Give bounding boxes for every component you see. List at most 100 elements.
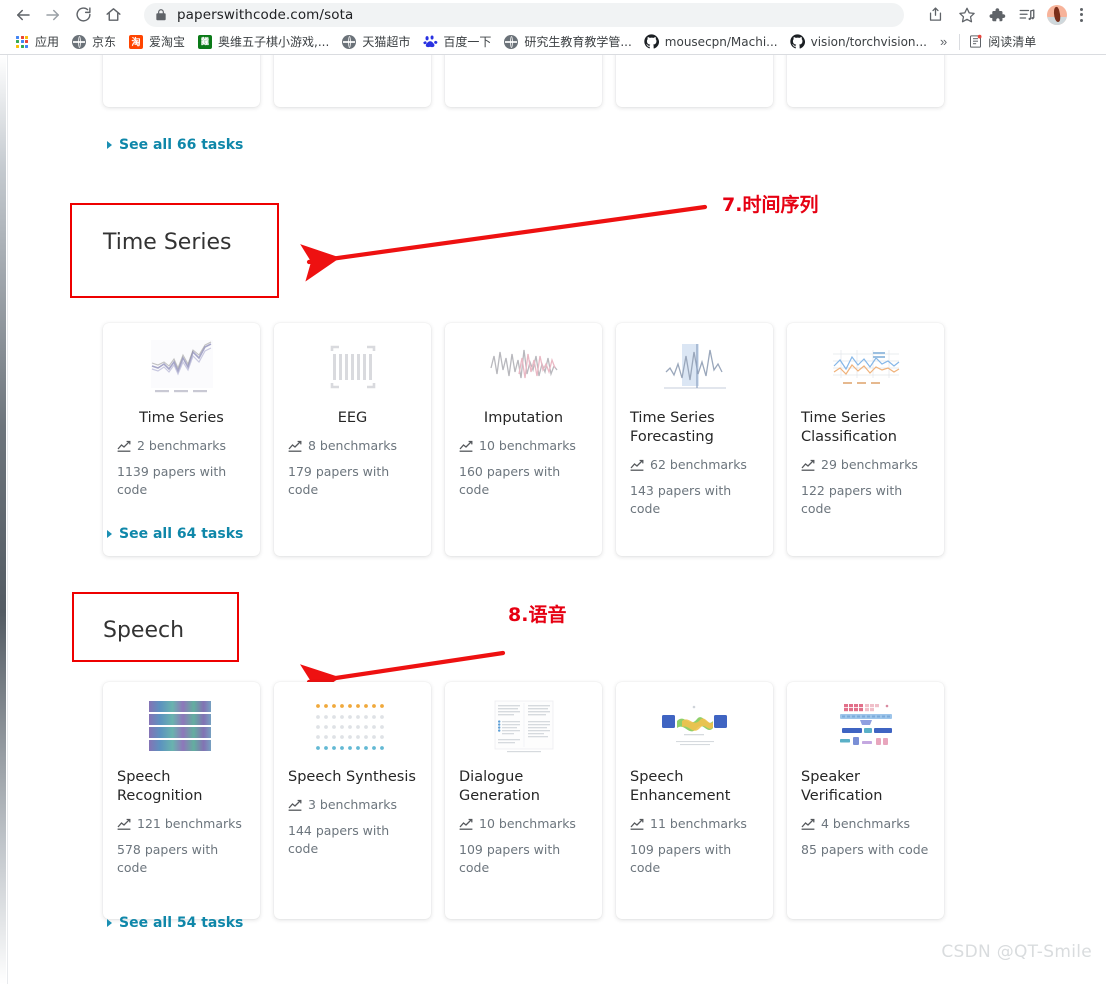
bookmark-tmall[interactable]: 天猫超市 xyxy=(335,31,416,53)
task-card[interactable]: 156 papers with code xyxy=(787,55,944,107)
benchmark-chart-icon xyxy=(459,818,473,830)
github-icon xyxy=(790,34,806,50)
browser-chrome: paperswithcode.com/sota 应用 京东 淘 爱淘宝 龖 奥维… xyxy=(0,0,1106,55)
bookmark-taobao[interactable]: 淘 爱淘宝 xyxy=(122,31,191,53)
card-benchmarks: 8 benchmarks xyxy=(288,438,417,453)
card-benchmarks: 29 benchmarks xyxy=(801,457,930,472)
card-papers-count: 143 papers with code xyxy=(630,483,732,516)
card-papers-count: 122 papers with code xyxy=(801,483,903,516)
card-title: Time Series xyxy=(139,410,224,426)
bookmark-label: 研究生教育教学管... xyxy=(524,35,632,49)
lock-icon xyxy=(154,8,168,22)
card-benchmarks: 4 benchmarks xyxy=(801,816,930,831)
forward-button[interactable] xyxy=(38,0,68,29)
github-icon xyxy=(644,34,660,50)
benchmark-chart-icon xyxy=(630,459,644,471)
see-all-66-tasks-link[interactable]: See all 66 tasks xyxy=(107,137,243,153)
dot-matrix-thumb xyxy=(288,696,417,758)
annotation-label-speech: 8.语音 xyxy=(508,604,567,626)
bookmark-github-torchvision[interactable]: vision/torchvision... xyxy=(784,31,933,53)
browser-menu-icon[interactable] xyxy=(1072,0,1090,29)
media-list-icon[interactable] xyxy=(1012,0,1042,29)
browser-toolbar: paperswithcode.com/sota xyxy=(0,0,1106,29)
forecast-chart-thumb xyxy=(630,337,759,399)
share-icon[interactable] xyxy=(920,0,950,29)
task-card[interactable]: code xyxy=(445,55,602,107)
card-papers-count: 1139 papers with code xyxy=(117,464,227,497)
chevron-right-icon xyxy=(107,141,112,149)
bookmark-jd[interactable]: 京东 xyxy=(65,31,122,53)
task-card-speech-enhancement[interactable]: Speech Enhancement 11 benchmarks 109 pap… xyxy=(616,682,773,919)
line-chart-thumb xyxy=(117,337,246,399)
bookmark-label: mousecpn/Machi... xyxy=(664,34,778,49)
card-papers-count: 85 papers with code xyxy=(801,842,929,857)
card-title: Dialogue Generation xyxy=(459,769,540,804)
task-card[interactable]: code xyxy=(103,55,260,107)
card-papers-count: 109 papers with code xyxy=(630,842,732,875)
task-card-time-series-classification[interactable]: Time Series Classification 29 benchmarks… xyxy=(787,323,944,556)
bookmarks-bar: 应用 京东 淘 爱淘宝 龖 奥维五子棋小游戏,... 天猫超市 百度一下 研究生… xyxy=(0,29,1106,55)
speech-card-row: Speech Recognition 121 benchmarks 578 pa… xyxy=(103,682,1003,919)
bookmark-grad-edu[interactable]: 研究生教育教学管... xyxy=(497,31,637,53)
globe-icon xyxy=(341,34,357,50)
task-card-eeg[interactable]: EEG 8 benchmarks 179 papers with code xyxy=(274,323,431,556)
bookmark-github-mousecpn[interactable]: mousecpn/Machi... xyxy=(638,31,784,53)
card-benchmarks: 2 benchmarks xyxy=(117,438,246,453)
classification-thumb xyxy=(801,337,930,399)
chevron-right-icon xyxy=(107,530,112,538)
back-button[interactable] xyxy=(8,0,38,29)
card-title: Speech Synthesis xyxy=(288,769,416,785)
task-card-time-series[interactable]: Time Series 2 benchmarks 1139 papers wit… xyxy=(103,323,260,556)
card-title: Time Series Forecasting xyxy=(630,410,715,445)
eeg-barcode-thumb xyxy=(288,337,417,399)
bookmark-label: 百度一下 xyxy=(443,35,492,49)
see-all-64-tasks-link[interactable]: See all 64 tasks xyxy=(107,526,243,542)
task-card-speech-synthesis[interactable]: Speech Synthesis 3 benchmarks 144 papers… xyxy=(274,682,431,919)
card-title: Speech Enhancement xyxy=(630,769,731,804)
bookmarks-overflow-button[interactable]: » xyxy=(933,34,954,49)
apps-grid-icon xyxy=(14,34,30,50)
bookmark-star-icon[interactable] xyxy=(952,0,982,29)
card-papers-count: 156 papers with code xyxy=(801,55,930,57)
card-papers-count: 578 papers with code xyxy=(117,842,219,875)
extensions-puzzle-icon[interactable] xyxy=(982,0,1012,29)
bookmark-label: 奥维五子棋小游戏,... xyxy=(218,35,330,49)
benchmark-chart-icon xyxy=(801,459,815,471)
task-card-dialogue-generation[interactable]: Dialogue Generation 10 benchmarks 109 pa… xyxy=(445,682,602,919)
bookmark-apps[interactable]: 应用 xyxy=(8,31,65,53)
home-button[interactable] xyxy=(98,0,128,29)
profile-avatar[interactable] xyxy=(1047,4,1067,25)
see-all-54-tasks-link[interactable]: See all 54 tasks xyxy=(107,915,243,931)
card-title: Speech Recognition xyxy=(117,769,203,804)
card-benchmarks: 10 benchmarks xyxy=(459,816,588,831)
benchmark-chart-icon xyxy=(117,440,131,452)
reading-list-label: 阅读清单 xyxy=(988,35,1037,49)
csdn-watermark: CSDN @QT-Smile xyxy=(941,942,1092,962)
benchmark-chart-icon xyxy=(459,440,473,452)
reload-button[interactable] xyxy=(68,0,98,29)
card-benchmarks: 3 benchmarks xyxy=(288,797,417,812)
task-card[interactable]: 209 papers with code xyxy=(616,55,773,107)
task-card-speaker-verification[interactable]: Speaker Verification 4 benchmarks 85 pap… xyxy=(787,682,944,919)
task-card-imputation[interactable]: Imputation 10 benchmarks 160 papers with… xyxy=(445,323,602,556)
card-benchmarks: 11 benchmarks xyxy=(630,816,759,831)
page-viewport[interactable]: code 375 papers with code code 209 paper… xyxy=(0,55,1106,984)
bookmark-baidu[interactable]: 百度一下 xyxy=(416,31,497,53)
bookmark-gobang-game[interactable]: 龖 奥维五子棋小游戏,... xyxy=(191,31,335,53)
task-card-time-series-forecasting[interactable]: Time Series Forecasting 62 benchmarks 14… xyxy=(616,323,773,556)
bookmark-label: 天猫超市 xyxy=(362,35,411,49)
card-title: EEG xyxy=(337,410,368,426)
reading-list-button[interactable]: 阅读清单 xyxy=(965,31,1042,53)
task-card-speech-recognition[interactable]: Speech Recognition 121 benchmarks 578 pa… xyxy=(103,682,260,919)
paper-page-thumb xyxy=(459,696,588,758)
noisy-signal-thumb xyxy=(459,337,588,399)
see-all-label: See all 64 tasks xyxy=(119,526,244,542)
task-card[interactable]: 375 papers with code xyxy=(274,55,431,107)
card-benchmarks: 62 benchmarks xyxy=(630,457,759,472)
card-papers-count: 144 papers with code xyxy=(288,823,390,856)
benchmark-chart-icon xyxy=(288,440,302,452)
toolbar-actions xyxy=(920,0,1090,29)
globe-icon xyxy=(71,34,87,50)
address-bar[interactable]: paperswithcode.com/sota xyxy=(144,3,904,27)
card-papers-count: 109 papers with code xyxy=(459,842,561,875)
